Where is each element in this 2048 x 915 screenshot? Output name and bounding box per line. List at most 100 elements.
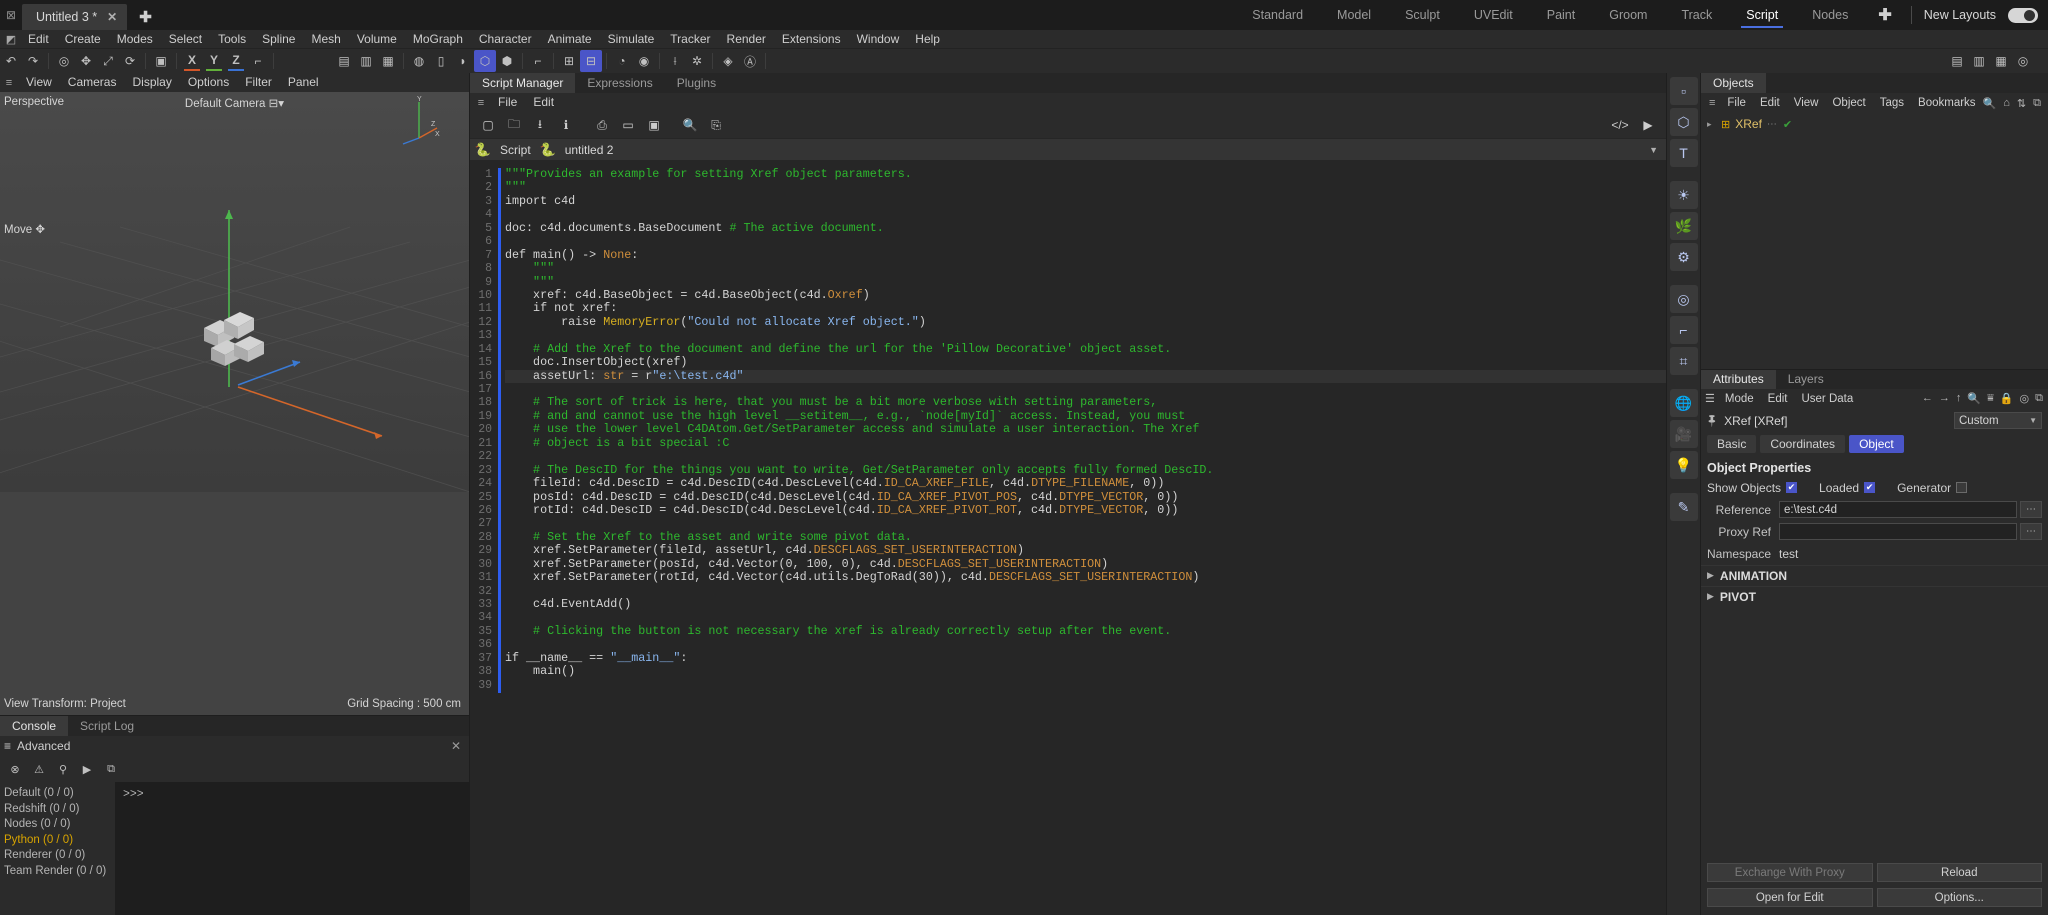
filter-warnings-icon[interactable]: ⚠ (28, 759, 50, 779)
reference-input[interactable]: e:\test.c4d (1779, 501, 2017, 518)
reload-button[interactable]: Reload (1876, 863, 2042, 882)
home-icon[interactable]: ⌂ (2003, 97, 2010, 110)
twist-deformer-icon[interactable]: ◉ (633, 50, 655, 72)
counter-renderer[interactable]: Renderer (0 / 0) (4, 848, 115, 864)
menu-spline[interactable]: Spline (254, 30, 303, 49)
render-settings-icon[interactable]: ▦ (377, 50, 399, 72)
console-output[interactable]: >>> (115, 782, 469, 915)
settings-gear-icon[interactable]: ⚙ (1669, 243, 1698, 271)
layout-tab-track[interactable]: Track (1664, 0, 1729, 30)
objects-menu-file[interactable]: File (1720, 97, 1753, 109)
forward-arrow-icon[interactable]: → (1939, 392, 1950, 405)
layout-tab-script[interactable]: Script (1729, 0, 1795, 30)
object-name[interactable]: XRef (1735, 117, 1762, 131)
run-script-icon[interactable]: ▶ (1636, 114, 1660, 136)
layout-tab-model[interactable]: Model (1320, 0, 1388, 30)
counter-nodes[interactable]: Nodes (0 / 0) (4, 817, 115, 833)
code-editor[interactable]: 1 2 3 4 5 6 7 8 9 10 11 12 13 14 15 16 17 18 19 20 21 22 23 24 2… (470, 160, 1666, 915)
layout-settings-icon[interactable]: ◎ (2012, 50, 2034, 72)
console-close-icon[interactable]: ✕ (451, 739, 461, 753)
preset-dropdown[interactable]: Custom ▼ (1954, 412, 2042, 429)
motext-icon[interactable]: Ⓐ (739, 50, 761, 72)
menu-mesh[interactable]: Mesh (303, 30, 348, 49)
layout-tab-standard[interactable]: Standard (1235, 0, 1320, 30)
attributes-menu-user-data[interactable]: User Data (1794, 393, 1860, 405)
layout-tab-nodes[interactable]: Nodes (1795, 0, 1865, 30)
lock-icon[interactable]: 🔒 (2000, 392, 2014, 405)
tab-objects[interactable]: Objects (1701, 73, 1766, 93)
pivot-folder[interactable]: ▶ PIVOT (1701, 585, 2048, 607)
debug-icon[interactable]: ▭ (616, 114, 640, 136)
back-arrow-icon[interactable]: ← (1922, 392, 1933, 405)
tab-attributes[interactable]: Attributes (1701, 369, 1776, 389)
menu-mograph[interactable]: MoGraph (405, 30, 471, 49)
move-tool-icon[interactable]: ✥ (75, 50, 97, 72)
exchange-with-proxy-button[interactable]: Exchange With Proxy (1707, 863, 1873, 882)
menu-volume[interactable]: Volume (349, 30, 405, 49)
layout-tab-sculpt[interactable]: Sculpt (1388, 0, 1457, 30)
live-selection-icon[interactable]: ◎ (53, 50, 75, 72)
point-mode-icon[interactable]: ▫ (1669, 77, 1698, 105)
menu-help[interactable]: Help (907, 30, 948, 49)
object-row-xref[interactable]: ▸ ⊞ XRef ⋯ ✔ (1701, 116, 2048, 132)
attributes-menu-mode[interactable]: Mode (1718, 393, 1761, 405)
subtab-basic[interactable]: Basic (1707, 434, 1757, 453)
options-button[interactable]: Options... (1876, 888, 2042, 907)
proxy-ref-browse-button[interactable]: ⋯ (2020, 523, 2042, 540)
new-layouts-toggle[interactable] (2008, 7, 2038, 23)
menu-extensions[interactable]: Extensions (774, 30, 849, 49)
clear-console-icon[interactable]: ⊗ (4, 759, 26, 779)
reference-browse-button[interactable]: ⋯ (2020, 501, 2042, 518)
vpmenu-options[interactable]: Options (180, 73, 237, 92)
layout-tab-uvedit[interactable]: UVEdit (1457, 0, 1530, 30)
proxy-ref-input[interactable] (1779, 523, 2017, 540)
undo-icon[interactable]: ↶ (0, 50, 22, 72)
animation-folder[interactable]: ▶ ANIMATION (1701, 564, 2048, 586)
script-menu-file[interactable]: File (490, 93, 525, 112)
execute-icon[interactable]: ⎙ (590, 114, 614, 136)
menu-select[interactable]: Select (161, 30, 210, 49)
deformer-icon[interactable]: ◎ (1669, 285, 1698, 313)
null-object-icon[interactable]: ⌗ (1669, 347, 1698, 375)
popout-icon[interactable]: ⧉ (2035, 392, 2043, 405)
save-script-icon[interactable]: ⭳ (528, 114, 552, 136)
objects-menu-view[interactable]: View (1787, 97, 1826, 109)
axis-x-toggle[interactable]: X (181, 50, 203, 72)
code-area-wrapper[interactable]: """Provides an example for setting Xref … (498, 160, 1666, 915)
axis-z-toggle[interactable]: Z (225, 50, 247, 72)
light-icon[interactable]: ⟊ (664, 50, 686, 72)
camera-stage-icon[interactable]: 🎥 (1669, 420, 1698, 448)
subdivision-surface-icon[interactable]: ⊟ (580, 50, 602, 72)
tab-expressions[interactable]: Expressions (575, 73, 664, 93)
picture-viewer-icon[interactable]: ▤ (1946, 50, 1968, 72)
counter-default[interactable]: Default (0 / 0) (4, 786, 115, 802)
search-icon[interactable]: 🔍 (678, 114, 702, 136)
counter-redshift[interactable]: Redshift (0 / 0) (4, 802, 115, 818)
search-icon[interactable]: 🔍 (1967, 392, 1981, 405)
app-menu-icon[interactable]: ⊠ (0, 0, 22, 30)
coordinate-icon[interactable]: ⌐ (1669, 316, 1698, 344)
console-icon[interactable]: ▣ (642, 114, 666, 136)
show-objects-checkbox[interactable]: ✔ (1786, 482, 1798, 493)
content-browser-icon[interactable]: ▥ (1968, 50, 1990, 72)
help-icon[interactable]: ℹ (554, 114, 578, 136)
code-view-icon[interactable]: </> (1608, 114, 1632, 136)
expand-icon[interactable]: ⧉ (2033, 97, 2041, 110)
generator-checkbox[interactable] (1956, 482, 1968, 493)
menu-tools[interactable]: Tools (210, 30, 254, 49)
up-arrow-icon[interactable]: ↑ (1956, 392, 1962, 405)
run-icon[interactable]: ▶ (76, 759, 98, 779)
document-tab[interactable]: Untitled 3 * ✕ (22, 4, 128, 30)
render-region-icon[interactable]: ▥ (355, 50, 377, 72)
export-icon[interactable]: ⎘ (704, 114, 728, 136)
subtab-coordinates[interactable]: Coordinates (1760, 434, 1846, 453)
check-icon[interactable]: ✔ (1783, 118, 1792, 131)
primitive-cone-icon[interactable]: ◗ (452, 50, 474, 72)
scale-tool-icon[interactable]: ⤢ (97, 50, 119, 72)
vpmenu-view[interactable]: View (18, 73, 60, 92)
chevron-down-icon[interactable]: ▼ (1649, 145, 1658, 155)
script-file-name[interactable]: untitled 2 (565, 143, 614, 157)
tab-layers[interactable]: Layers (1776, 370, 1836, 389)
counter-python[interactable]: Python (0 / 0) (4, 833, 115, 849)
light-tool-icon[interactable]: ☀ (1669, 181, 1698, 209)
